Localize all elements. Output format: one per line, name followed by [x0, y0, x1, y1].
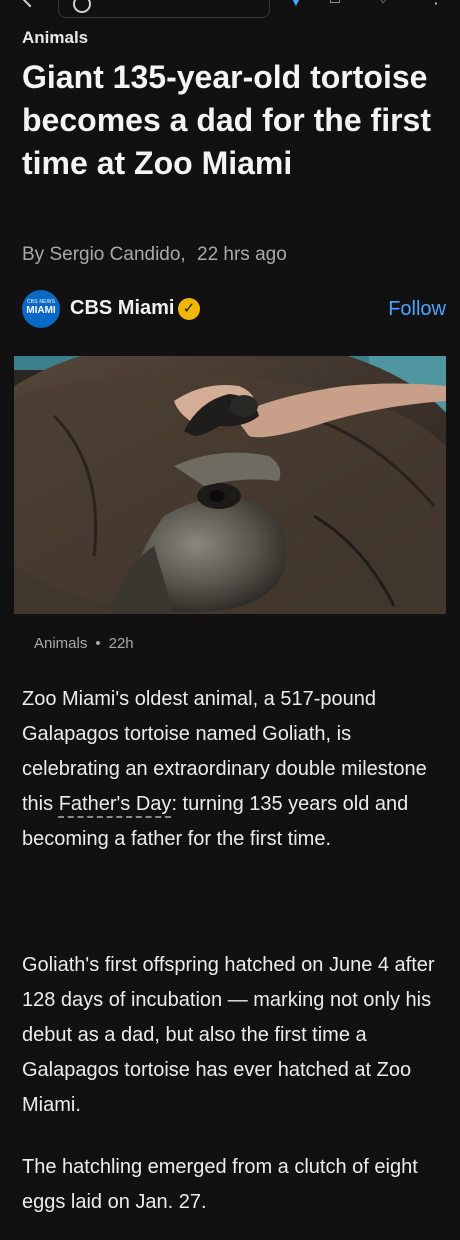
author-name[interactable]: By Sergio Candido, [22, 244, 186, 265]
article-paragraph-1: Zoo Miami's oldest animal, a 517-pound G… [22, 682, 448, 857]
top-toolbar: ▼ □ ♡ ⋮ [0, 0, 460, 20]
download-icon[interactable]: ▼ [286, 0, 306, 10]
meta-dot: • [95, 635, 101, 652]
follow-button[interactable]: Follow [388, 298, 446, 321]
more-options-icon[interactable]: ⋮ [428, 0, 444, 7]
tortoise-photo [14, 356, 446, 614]
article-paragraph-3: The hatchling emerged from a clutch of e… [22, 1156, 418, 1213]
source-name[interactable]: CBS Miami [70, 297, 174, 320]
back-arrow-icon[interactable] [18, 0, 42, 8]
byline: By Sergio Candido, 22 hrs ago [22, 244, 287, 266]
source-row: CBS NEWS MIAMI CBS Miami ✓ Follow [22, 290, 446, 330]
fathers-day-link[interactable]: Father's Day [59, 793, 172, 815]
hero-image[interactable] [14, 356, 446, 614]
search-icon [73, 0, 91, 13]
publish-time: 22 hrs ago [197, 244, 287, 265]
image-meta: Animals • 22h [34, 635, 134, 652]
article-paragraph-2: Goliath's first offspring hatched on Jun… [22, 954, 435, 1116]
verified-badge-icon: ✓ [178, 298, 200, 320]
like-icon[interactable]: ♡ [376, 0, 390, 7]
article-title: Giant 135-year-old tortoise becomes a da… [22, 59, 431, 181]
source-logo[interactable]: CBS NEWS MIAMI [22, 290, 60, 328]
image-meta-time: 22h [108, 635, 134, 652]
article-category[interactable]: Animals [22, 28, 88, 48]
bookmark-icon[interactable]: □ [330, 0, 340, 7]
image-meta-category[interactable]: Animals [34, 635, 87, 652]
logo-main-text: MIAMI [26, 305, 56, 316]
search-input[interactable] [58, 0, 270, 18]
